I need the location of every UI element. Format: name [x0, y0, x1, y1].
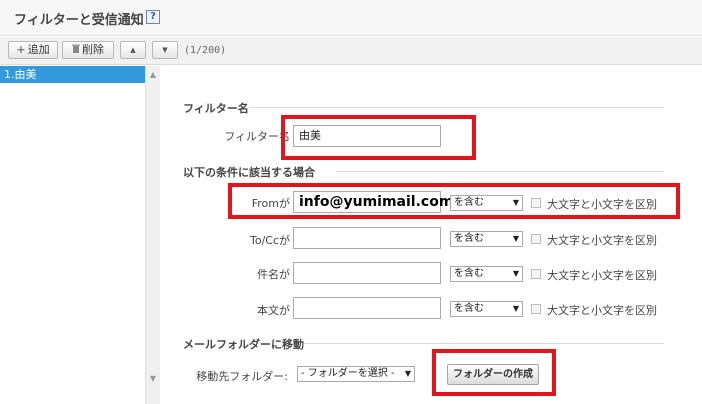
to-cc-match-select[interactable]: を含む ▼	[450, 231, 523, 247]
to-cc-case-label: 大文字と小文字を区別	[547, 234, 657, 247]
chevron-down-icon: ▼	[512, 269, 519, 278]
filter-count: (1/200)	[184, 45, 227, 56]
chevron-down-icon: ▼	[512, 234, 519, 243]
title-bar: フィルターと受信通知 ?	[0, 0, 702, 36]
highlight-box	[432, 349, 556, 396]
delete-button[interactable]: 削除	[62, 41, 114, 59]
plus-icon: +	[16, 43, 26, 56]
highlight-box	[281, 115, 476, 160]
to-cc-match-value: を含む	[454, 233, 484, 244]
page-title: フィルターと受信通知	[14, 13, 144, 28]
destination-folder-value: - フォルダーを選択 -	[301, 368, 395, 379]
trash-icon	[72, 42, 80, 58]
filter-name-heading: フィルター名	[183, 102, 249, 115]
highlight-box	[228, 183, 680, 219]
destination-folder-select[interactable]: - フォルダーを選択 - ▼	[297, 366, 415, 382]
body-input[interactable]	[293, 297, 441, 319]
divider	[304, 343, 664, 344]
conditions-heading: 以下の条件に該当する場合	[183, 166, 315, 179]
subject-match-select[interactable]: を含む ▼	[450, 266, 523, 282]
subject-input[interactable]	[293, 262, 441, 284]
scroll-down-arrow-icon[interactable]: ▼	[146, 372, 160, 386]
subject-label: 件名が	[257, 268, 290, 281]
scrollbar[interactable]: ▲ ▼	[145, 66, 160, 404]
subject-case-checkbox[interactable]	[531, 269, 541, 279]
filter-name-label: フィルター名	[224, 130, 290, 143]
add-button[interactable]: + 追加	[8, 41, 58, 59]
scroll-up-arrow-icon[interactable]: ▲	[146, 68, 160, 82]
subject-match-value: を含む	[454, 268, 484, 279]
chevron-down-icon: ▼	[512, 304, 519, 313]
toolbar: + 追加 削除 ▲ ▼ (1/200)	[0, 37, 702, 65]
chevron-down-icon: ▼	[404, 369, 411, 378]
body-label: 本文が	[257, 304, 290, 317]
divider	[336, 171, 664, 172]
subject-case-label: 大文字と小文字を区別	[547, 269, 657, 282]
filter-list: 1.由美 ▲ ▼	[0, 66, 160, 404]
help-icon[interactable]: ?	[146, 10, 160, 24]
body-case-label: 大文字と小文字を区別	[547, 304, 657, 317]
divider	[250, 107, 664, 108]
to-cc-case-checkbox[interactable]	[531, 234, 541, 244]
to-cc-label: To/Ccが	[249, 234, 290, 247]
move-folder-heading: メールフォルダーに移動	[183, 338, 304, 351]
body-match-value: を含む	[454, 303, 484, 314]
to-cc-input[interactable]	[293, 227, 441, 249]
list-item[interactable]: 1.由美	[0, 66, 145, 83]
delete-button-label: 削除	[82, 43, 104, 56]
move-up-button[interactable]: ▲	[120, 41, 146, 59]
body-match-select[interactable]: を含む ▼	[450, 301, 523, 317]
destination-folder-label: 移動先フォルダー:	[196, 370, 288, 383]
add-button-label: 追加	[27, 43, 50, 56]
body-case-checkbox[interactable]	[531, 304, 541, 314]
move-down-button[interactable]: ▼	[152, 41, 178, 59]
